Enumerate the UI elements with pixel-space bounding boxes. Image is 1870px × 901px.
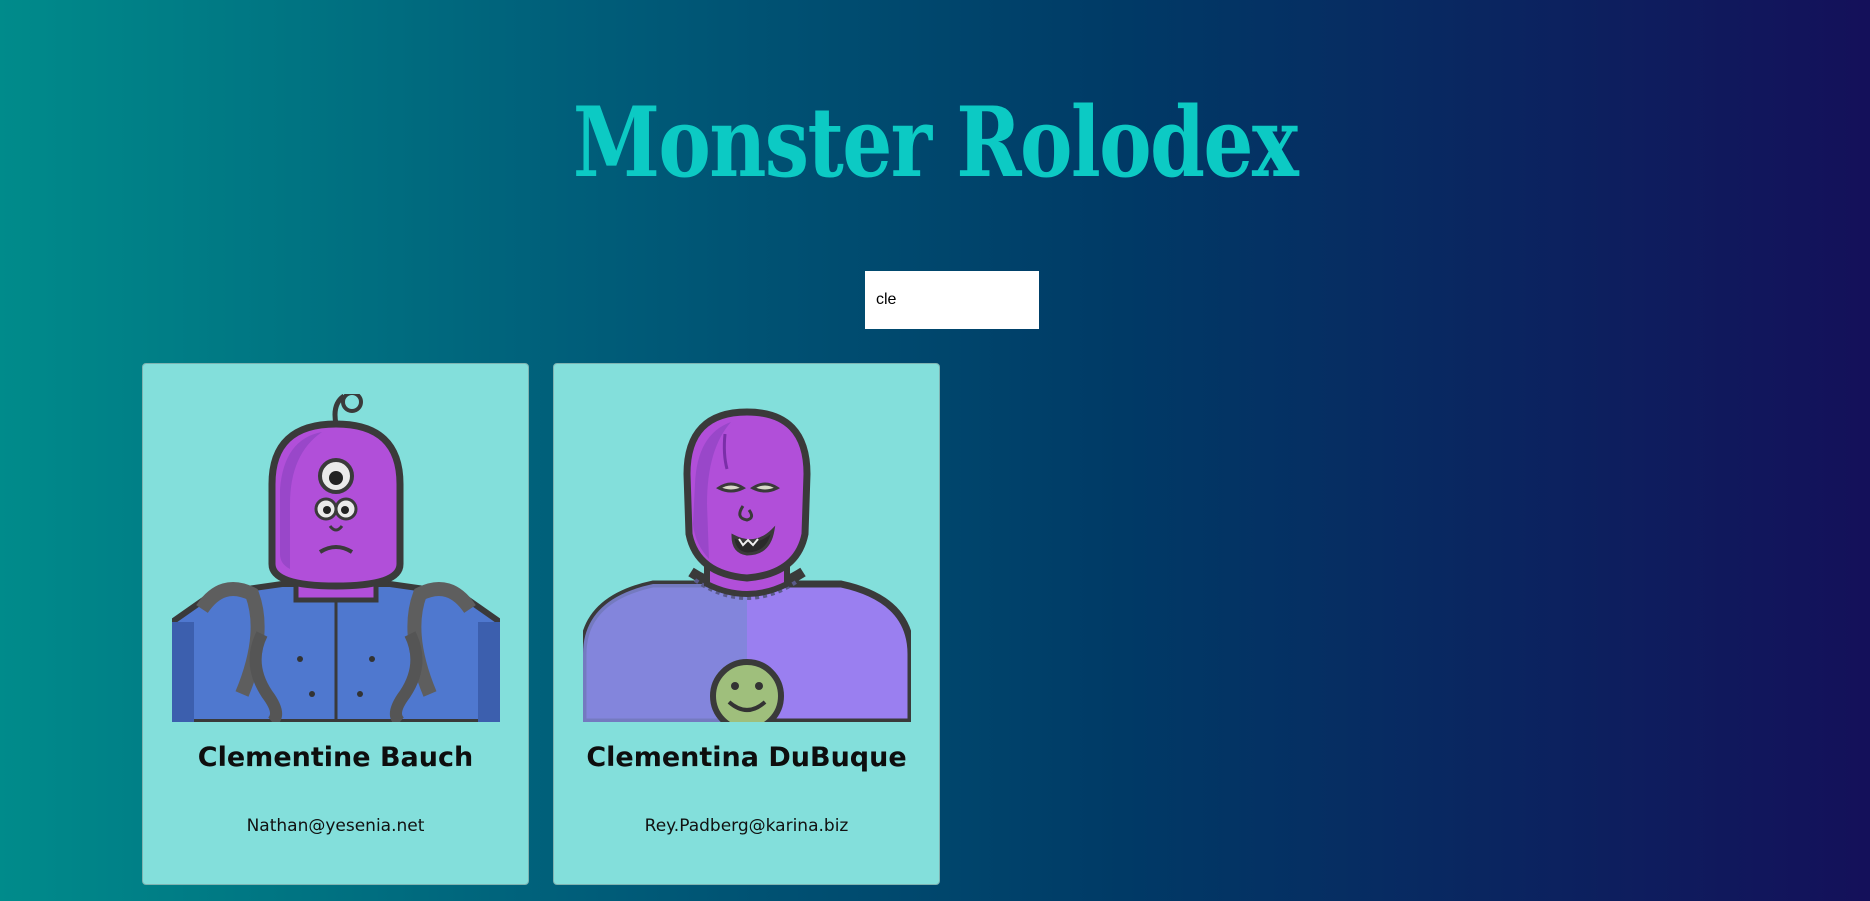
monster-email: Rey.Padberg@karina.biz (644, 816, 849, 836)
search-input[interactable] (865, 271, 1039, 329)
monster-name: Clementine Bauch (197, 742, 474, 773)
monster-name: Clementina DuBuque (586, 742, 907, 773)
three-eyed-cyborg-monster-icon (172, 394, 500, 722)
monster-card[interactable]: Clementina DuBuque Rey.Padberg@karina.bi… (553, 363, 940, 885)
page-title: Monster Rolodex (572, 86, 1299, 199)
monster-email: Nathan@yesenia.net (246, 816, 425, 836)
card-list: Clementine Bauch Nathan@yesenia.net Clem… (142, 363, 940, 885)
smiley-shirt-monster-icon (583, 408, 911, 722)
monster-avatar (172, 394, 500, 722)
monster-card[interactable]: Clementine Bauch Nathan@yesenia.net (142, 363, 529, 885)
monster-avatar (583, 394, 911, 722)
